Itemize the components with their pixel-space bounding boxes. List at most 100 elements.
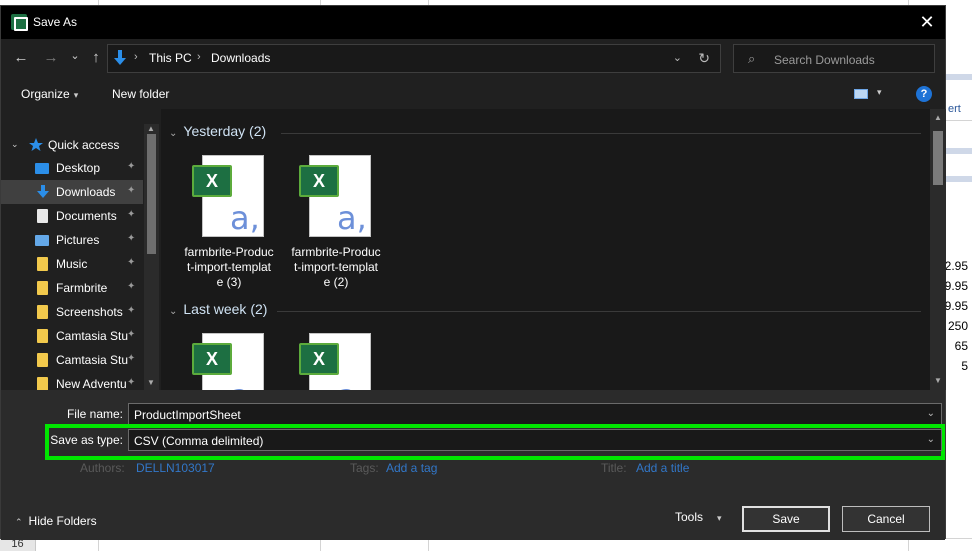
organize-button[interactable]: Organize ▾ (21, 87, 78, 101)
scroll-up-icon[interactable]: ▲ (934, 113, 942, 122)
file-name-value: ProductImportSheet (134, 408, 241, 422)
file-name-label: File name: (66, 407, 123, 421)
caret-down-icon[interactable]: ▾ (877, 87, 882, 98)
cell-value: 2.95 (944, 259, 968, 273)
recent-locations-icon[interactable]: ⌄ (65, 46, 85, 66)
nav-item-screenshots[interactable]: Screenshots ✦ (1, 300, 143, 324)
folder-icon (37, 281, 48, 295)
tools-menu[interactable]: Tools ▾ (675, 510, 722, 524)
nav-scrollbar[interactable]: ▲ ▼ (144, 124, 159, 390)
scroll-up-icon[interactable]: ▲ (147, 124, 155, 133)
new-folder-button[interactable]: New folder (112, 87, 169, 101)
caret-down-icon: ▾ (717, 513, 722, 523)
nav-label: Quick access (48, 138, 120, 152)
save-options-panel: File name: ProductImportSheet ⌄ Save as … (1, 390, 945, 540)
file-item[interactable]: X a, (286, 333, 386, 390)
chevron-down-icon[interactable]: ⌄ (169, 306, 177, 317)
scrollbar-thumb[interactable] (147, 134, 156, 254)
file-name-line: farmbrite-Produc (184, 245, 274, 259)
search-placeholder: Search Downloads (774, 53, 875, 67)
cancel-button[interactable]: Cancel (842, 506, 930, 532)
pin-icon: ✦ (127, 353, 136, 364)
ribbon-stripe (946, 176, 972, 182)
pin-icon: ✦ (127, 305, 136, 316)
tools-label: Tools (675, 510, 704, 524)
excel-app-icon (11, 14, 28, 31)
save-button[interactable]: Save (742, 506, 830, 532)
nav-item-farmbrite[interactable]: Farmbrite ✦ (1, 276, 143, 300)
tags-label: Tags: (350, 461, 379, 475)
nav-item-desktop[interactable]: Desktop ✦ (1, 156, 143, 180)
file-item[interactable]: X a, farmbrite-Produc t-import-templat e… (286, 155, 386, 290)
hide-folders-label: Hide Folders (28, 514, 97, 528)
scrollbar-thumb[interactable] (933, 131, 943, 185)
nav-label: Screenshots (56, 305, 123, 319)
file-name-line: t-import-templat (186, 260, 272, 274)
breadcrumb-this-pc[interactable]: This PC (149, 51, 192, 65)
cell-value: 9.95 (944, 279, 968, 293)
authors-value[interactable]: DELLN103017 (136, 461, 215, 475)
help-icon[interactable]: ? (916, 86, 932, 102)
chevron-down-icon[interactable]: ⌄ (169, 128, 177, 139)
chevron-down-icon[interactable]: ⌄ (927, 434, 935, 445)
excel-file-icon: X a, (190, 333, 268, 390)
save-as-type-select[interactable]: CSV (Comma delimited) ⌄ (128, 429, 942, 451)
font-glyph: a, (337, 199, 367, 237)
chevron-down-icon[interactable]: ⌄ (927, 408, 935, 419)
nav-item-music[interactable]: Music ✦ (1, 252, 143, 276)
up-icon[interactable]: ↑ (86, 48, 106, 68)
file-name-line: e (2) (323, 275, 349, 289)
star-icon (29, 138, 43, 151)
excel-file-icon: X a, (190, 155, 268, 239)
tags-value[interactable]: Add a tag (386, 461, 437, 475)
ribbon-stripe (946, 74, 972, 80)
pin-icon: ✦ (127, 161, 136, 172)
nav-item-camtasia-1[interactable]: Camtasia Stu ✦ (1, 324, 143, 348)
search-box[interactable]: ⌕ Search Downloads (733, 44, 935, 73)
group-header-yesterday[interactable]: ⌄ Yesterday (2) (169, 123, 266, 139)
music-icon (37, 257, 48, 271)
file-name-input[interactable]: ProductImportSheet ⌄ (128, 403, 942, 425)
view-options-icon[interactable] (854, 89, 868, 99)
file-item[interactable]: X a, farmbrite-Produc t-import-templat e… (179, 155, 279, 290)
title-value[interactable]: Add a title (636, 461, 689, 475)
file-item[interactable]: X a, (179, 333, 279, 390)
file-list-scrollbar[interactable]: ▲ ▼ (930, 109, 946, 390)
nav-label: Camtasia Stu (56, 329, 129, 343)
nav-item-pictures[interactable]: Pictures ✦ (1, 228, 143, 252)
nav-label: New Adventu (56, 377, 127, 390)
breadcrumb-separator: › (134, 51, 138, 63)
nav-item-camtasia-2[interactable]: Camtasia Stu ✦ (1, 348, 143, 372)
forward-icon[interactable]: → (41, 48, 61, 68)
back-icon[interactable]: ← (11, 48, 31, 68)
close-icon[interactable]: ✕ (915, 10, 939, 34)
hide-folders-button[interactable]: ⌃ Hide Folders (15, 514, 97, 528)
breadcrumb-downloads[interactable]: Downloads (211, 51, 270, 65)
nav-item-documents[interactable]: Documents ✦ (1, 204, 143, 228)
nav-item-downloads[interactable]: Downloads ✦ (1, 180, 143, 204)
scroll-down-icon[interactable]: ▼ (147, 378, 155, 387)
group-label: Last week (2) (183, 301, 268, 317)
refresh-icon[interactable]: ↻ (698, 50, 710, 67)
address-bar[interactable]: › This PC › Downloads ⌄ ↻ (107, 44, 721, 73)
font-glyph: a, (230, 377, 260, 390)
download-location-icon (114, 50, 126, 65)
pin-icon: ✦ (127, 209, 136, 220)
pin-icon: ✦ (127, 233, 136, 244)
nav-label: Music (56, 257, 88, 271)
caret-down-icon: ▾ (73, 90, 79, 100)
group-header-last-week[interactable]: ⌄ Last week (2) (169, 301, 267, 317)
cell-value: 65 (954, 339, 968, 353)
file-name: farmbrite-Produc t-import-templat e (2) (286, 245, 386, 290)
navigation-pane: ⌄ Quick access Desktop ✦ Downloads ✦ Doc… (1, 124, 159, 390)
cell-value: 250 (947, 319, 968, 333)
excel-file-icon: X a, (297, 155, 375, 239)
nav-quick-access[interactable]: ⌄ Quick access (1, 132, 143, 156)
file-name-line: e (3) (216, 275, 242, 289)
file-name: farmbrite-Produc t-import-templat e (3) (179, 245, 279, 290)
pin-icon: ✦ (127, 377, 136, 388)
nav-item-new-adventure[interactable]: New Adventu ✦ (1, 372, 143, 390)
address-dropdown-icon[interactable]: ⌄ (673, 51, 682, 64)
chevron-down-icon[interactable]: ⌄ (11, 139, 19, 150)
scroll-down-icon[interactable]: ▼ (934, 376, 942, 385)
